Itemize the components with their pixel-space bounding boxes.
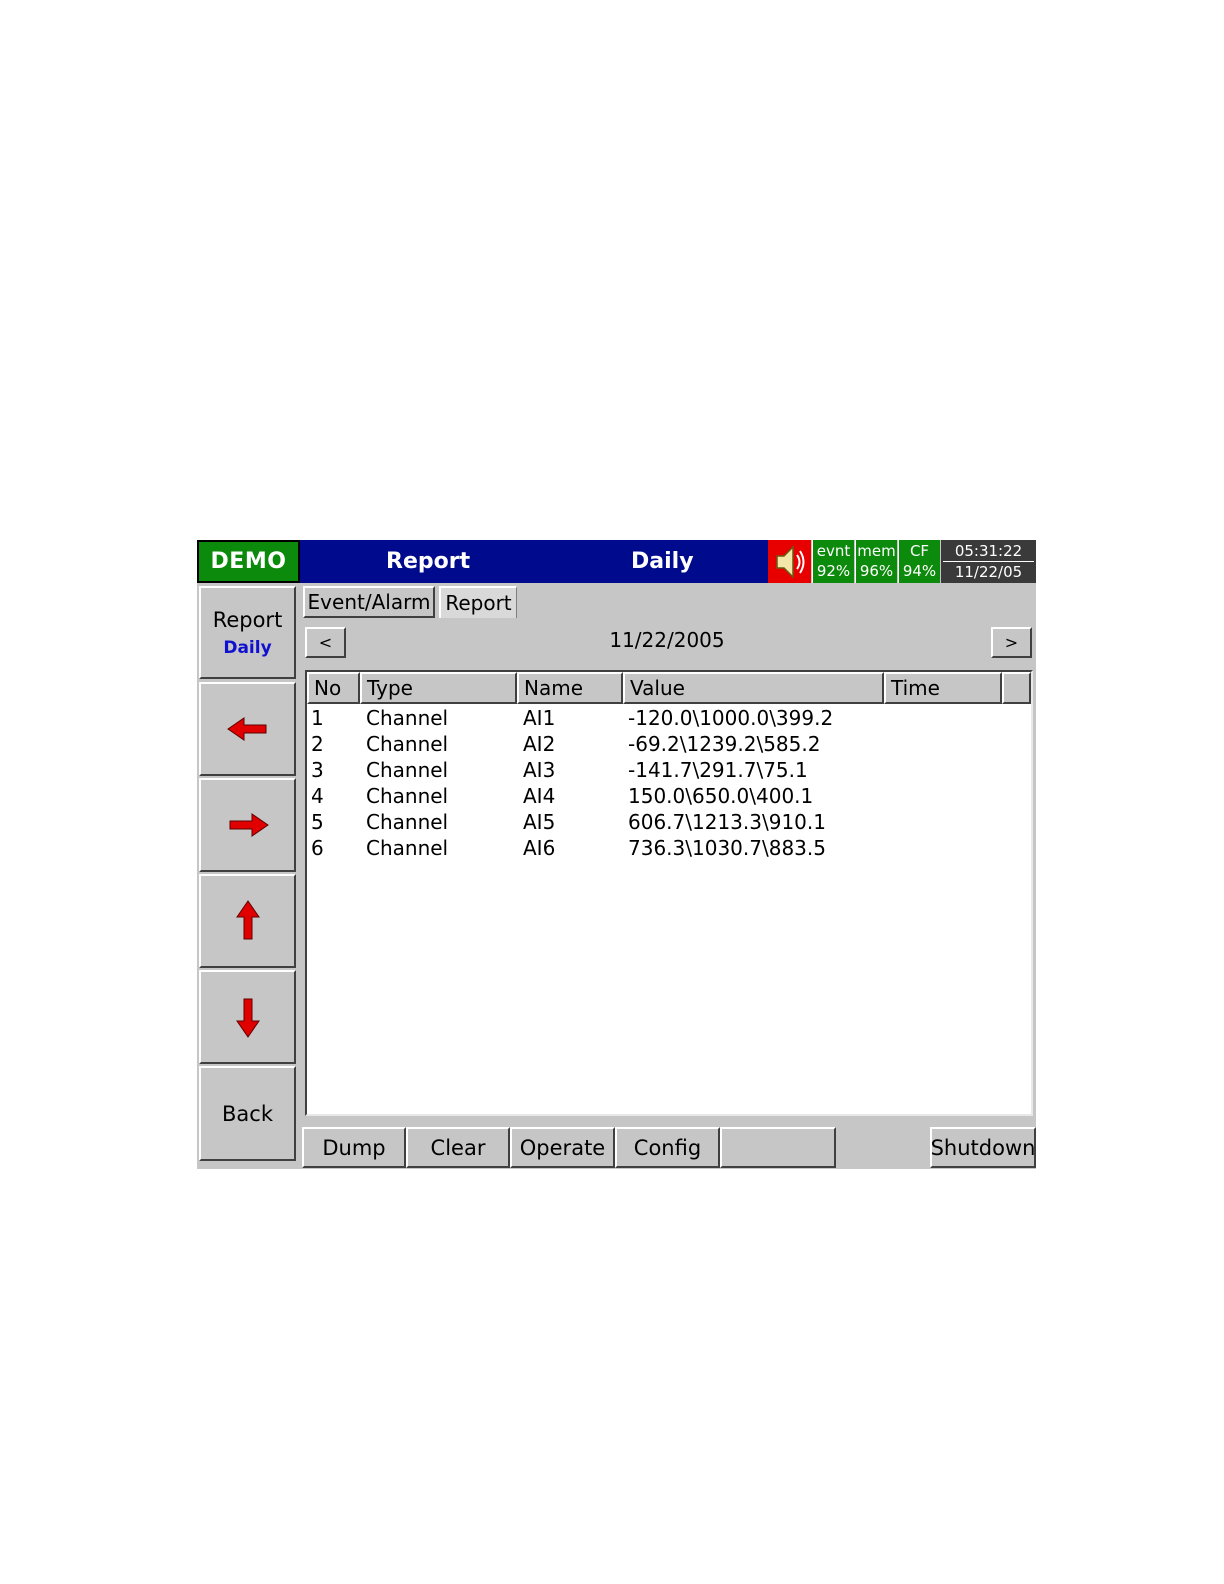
clock-time: 05:31:22 (954, 542, 1023, 560)
report-mode-label: Report (212, 607, 283, 632)
table-row[interactable]: 4 Channel AI4 150.0\650.0\400.1 (307, 784, 1031, 810)
page-title: Report (386, 549, 471, 574)
previous-date-button[interactable]: < (305, 627, 346, 658)
shutdown-button[interactable]: Shutdown (930, 1127, 1036, 1168)
table-header: No Type Name Value Time (307, 672, 1031, 704)
arrow-up-icon (235, 900, 260, 940)
blank-button[interactable] (720, 1127, 836, 1168)
cell-no: 1 (311, 706, 324, 730)
cell-type: Channel (366, 758, 449, 782)
stat-label: CF (909, 542, 930, 560)
cell-value: 736.3\1030.7\883.5 (628, 836, 826, 860)
table-row[interactable]: 3 Channel AI3 -141.7\291.7\75.1 (307, 758, 1031, 784)
cell-value: 150.0\650.0\400.1 (628, 784, 814, 808)
clock-date: 11/22/05 (943, 561, 1034, 582)
stat-value: 96% (859, 562, 894, 580)
column-header-filler (1002, 672, 1031, 704)
table-row[interactable]: 1 Channel AI1 -120.0\1000.0\399.2 (307, 706, 1031, 732)
report-date: 11/22/2005 (609, 628, 725, 652)
page-subtitle: Daily (631, 549, 694, 574)
clear-button[interactable]: Clear (406, 1127, 510, 1168)
arrow-right-icon (229, 813, 269, 837)
operate-button[interactable]: Operate (510, 1127, 615, 1168)
stat-label: evnt (816, 542, 851, 560)
column-header-type[interactable]: Type (360, 672, 517, 704)
column-header-time[interactable]: Time (884, 672, 1002, 704)
demo-badge: DEMO (197, 540, 300, 583)
cell-no: 3 (311, 758, 324, 782)
arrow-left-button[interactable] (199, 682, 296, 776)
report-mode-button[interactable]: Report Daily (199, 586, 296, 679)
column-header-no[interactable]: No (307, 672, 360, 704)
cell-name: AI6 (523, 836, 556, 860)
cell-type: Channel (366, 732, 449, 756)
speaker-icon (775, 544, 804, 579)
cell-no: 2 (311, 732, 324, 756)
speaker-button[interactable] (768, 540, 811, 583)
stat-mem: mem 96% (855, 540, 897, 583)
arrow-down-button[interactable] (199, 970, 296, 1064)
column-header-name[interactable]: Name (517, 672, 623, 704)
report-mode-sub: Daily (223, 637, 272, 658)
back-button[interactable]: Back (199, 1066, 296, 1161)
cell-name: AI5 (523, 810, 556, 834)
report-table: No Type Name Value Time 1 Channel AI1 -1… (305, 670, 1033, 1116)
cell-type: Channel (366, 810, 449, 834)
stat-value: 92% (816, 562, 851, 580)
stat-cf: CF 94% (898, 540, 940, 583)
next-date-button[interactable]: > (991, 627, 1032, 658)
stat-evnt: evnt 92% (812, 540, 854, 583)
cell-name: AI3 (523, 758, 556, 782)
cell-type: Channel (366, 784, 449, 808)
stat-label: mem (857, 542, 896, 560)
cell-value: -141.7\291.7\75.1 (628, 758, 808, 782)
cell-type: Channel (366, 836, 449, 860)
recorder-screen: DEMO Report Daily evnt 92% mem 96% CF 94… (197, 540, 1036, 1169)
cell-name: AI2 (523, 732, 556, 756)
cell-value: -120.0\1000.0\399.2 (628, 706, 834, 730)
arrow-left-icon (226, 717, 266, 741)
title-bar: Report Daily (300, 540, 768, 583)
cell-no: 6 (311, 836, 324, 860)
cell-type: Channel (366, 706, 449, 730)
cell-name: AI1 (523, 706, 556, 730)
cell-value: -69.2\1239.2\585.2 (628, 732, 821, 756)
dump-button[interactable]: Dump (302, 1127, 406, 1168)
table-row[interactable]: 6 Channel AI6 736.3\1030.7\883.5 (307, 836, 1031, 862)
clock: 05:31:22 11/22/05 (941, 540, 1036, 583)
column-header-value[interactable]: Value (623, 672, 884, 704)
cell-value: 606.7\1213.3\910.1 (628, 810, 826, 834)
arrow-up-button[interactable] (199, 874, 296, 968)
table-row[interactable]: 2 Channel AI2 -69.2\1239.2\585.2 (307, 732, 1031, 758)
stat-value: 94% (902, 562, 937, 580)
tab-event-alarm[interactable]: Event/Alarm (303, 586, 435, 618)
cell-no: 5 (311, 810, 324, 834)
arrow-right-button[interactable] (199, 778, 296, 872)
cell-no: 4 (311, 784, 324, 808)
tab-report[interactable]: Report (439, 586, 517, 618)
arrow-down-icon (235, 998, 260, 1038)
cell-name: AI4 (523, 784, 556, 808)
config-button[interactable]: Config (615, 1127, 720, 1168)
table-row[interactable]: 5 Channel AI5 606.7\1213.3\910.1 (307, 810, 1031, 836)
